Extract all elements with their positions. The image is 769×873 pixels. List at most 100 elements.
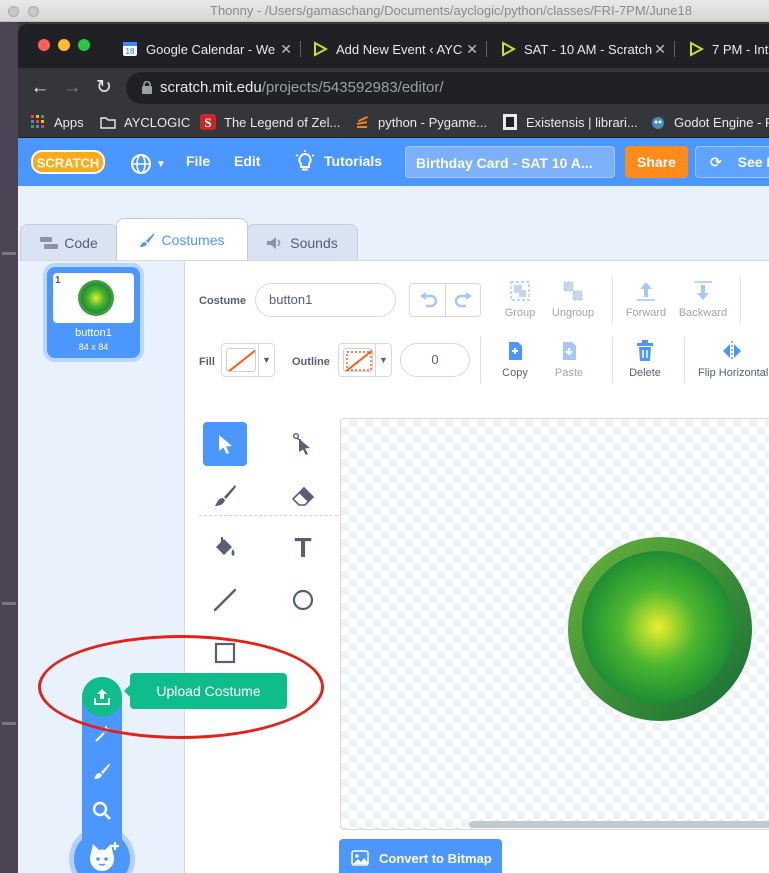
costume-list: 1 button1 84 x 84 xyxy=(18,261,324,873)
undo-redo-group xyxy=(409,283,481,317)
share-button[interactable]: Share xyxy=(625,146,688,178)
trash-icon xyxy=(610,339,680,363)
scratch-menu-bar: SCRATCH ▼ File Edit Tutorials Birthday C… xyxy=(18,138,769,186)
svg-text:S: S xyxy=(204,115,211,130)
forward-arrow-icon[interactable]: → xyxy=(60,76,84,100)
costume-label: Costume xyxy=(199,295,247,307)
search-icon[interactable] xyxy=(90,799,114,823)
tutorials-menu[interactable]: Tutorials xyxy=(294,150,382,172)
fill-tool[interactable] xyxy=(203,526,247,570)
language-menu[interactable]: ▼ xyxy=(130,153,166,175)
close-tab-icon[interactable]: ✕ xyxy=(280,41,292,58)
convert-to-bitmap-button[interactable]: Convert to Bitmap xyxy=(339,839,502,873)
select-tool[interactable] xyxy=(203,422,247,466)
rectangle-tool[interactable] xyxy=(203,631,247,675)
costume-number: 1 xyxy=(55,275,61,286)
maximize-window-icon[interactable] xyxy=(78,39,90,51)
desktop-background xyxy=(0,22,18,873)
godot-icon xyxy=(650,114,666,130)
brush-icon xyxy=(215,485,236,506)
google-calendar-icon: 18 xyxy=(122,41,138,57)
costume-name: button1 xyxy=(75,327,112,339)
outline-color-picker[interactable]: ▼ xyxy=(338,343,392,377)
back-arrow-icon[interactable]: ← xyxy=(28,76,52,100)
costume-tile-selected[interactable]: 1 button1 84 x 84 xyxy=(47,267,140,358)
choose-costume-button[interactable] xyxy=(74,831,130,873)
brush-tool[interactable] xyxy=(203,474,247,518)
s-logo-icon: S xyxy=(200,114,216,130)
folder-icon xyxy=(100,114,116,130)
refresh-arrows-icon: ⟳ xyxy=(710,154,722,170)
url-text: scratch.mit.edu/projects/543592983/edito… xyxy=(160,79,444,96)
svg-text:18: 18 xyxy=(126,47,135,56)
bookmark-existensis[interactable]: Existensis | librari... xyxy=(502,114,638,130)
eraser-tool[interactable] xyxy=(281,474,325,518)
reload-icon[interactable]: ↻ xyxy=(92,76,116,100)
upload-costume-tooltip: Upload Costume xyxy=(124,673,287,709)
lock-icon xyxy=(142,81,152,94)
paste-icon xyxy=(534,339,604,363)
image-icon xyxy=(351,850,369,866)
browser-tab-7pm[interactable]: 7 PM - Int xyxy=(688,36,769,62)
address-toolbar: ← → ↻ scratch.mit.edu/projects/543592983… xyxy=(18,68,769,108)
circle-tool[interactable] xyxy=(281,578,325,622)
text-tool[interactable]: T xyxy=(281,526,325,570)
text-t-icon: T xyxy=(294,532,312,563)
line-tool[interactable] xyxy=(203,578,247,622)
scratch-logo[interactable]: SCRATCH xyxy=(31,148,105,176)
chevron-down-icon: ▼ xyxy=(156,158,166,170)
minimize-window-icon[interactable] xyxy=(58,39,70,51)
undo-icon[interactable] xyxy=(418,292,438,308)
project-title-input[interactable]: Birthday Card - SAT 10 A... xyxy=(405,146,615,178)
paste-button[interactable]: Paste xyxy=(534,339,604,379)
paint-brush-icon[interactable] xyxy=(90,759,114,783)
bookmark-ayclogic[interactable]: AYCLOGIC xyxy=(100,114,190,130)
file-menu[interactable]: File xyxy=(186,153,210,169)
close-tab-icon[interactable]: ✕ xyxy=(654,41,666,58)
reshape-tool[interactable] xyxy=(281,422,325,466)
globe-icon xyxy=(131,154,151,174)
tab-sounds[interactable]: Sounds xyxy=(246,224,358,260)
redo-icon[interactable] xyxy=(454,292,474,308)
backward-button[interactable]: Backward xyxy=(668,279,738,319)
lightbulb-icon xyxy=(295,150,315,171)
canvas-horizontal-scrollbar[interactable] xyxy=(469,821,769,828)
outline-width-input[interactable]: 0 xyxy=(400,343,470,377)
code-blocks-icon xyxy=(40,236,59,249)
paint-canvas[interactable] xyxy=(340,418,769,830)
bookmark-apps[interactable]: Apps xyxy=(30,114,84,130)
tab-costumes[interactable]: Costumes xyxy=(116,218,248,260)
costume-thumbnail xyxy=(53,273,134,323)
chevron-down-icon: ▼ xyxy=(375,344,391,376)
fill-color-picker[interactable]: ▼ xyxy=(221,343,275,377)
costume-size: 84 x 84 xyxy=(78,342,109,352)
no-color-swatch xyxy=(226,348,256,372)
chevron-down-icon: ▼ xyxy=(258,344,274,376)
browser-tab-scratch[interactable]: SAT - 10 AM - Scratch ✕ xyxy=(500,36,666,62)
send-backward-icon xyxy=(668,279,738,303)
play-triangle-icon xyxy=(312,41,328,57)
costume-name-input[interactable]: button1 xyxy=(255,283,396,317)
browser-tab-add-event[interactable]: Add New Event ‹ AYC ✕ xyxy=(312,36,478,62)
flip-horizontal-icon xyxy=(698,339,769,363)
see-project-page-button[interactable]: ⟳ See P xyxy=(695,146,769,178)
bookmark-pygame[interactable]: python - Pygame... xyxy=(354,114,487,130)
costume-workspace: 1 button1 84 x 84 Upload Costume Costume… xyxy=(18,260,769,873)
bookmark-godot[interactable]: Godot Engine - F xyxy=(650,114,769,130)
edit-menu[interactable]: Edit xyxy=(234,153,260,169)
bookmark-zelda[interactable]: S The Legend of Zel... xyxy=(200,114,340,130)
delete-button[interactable]: Delete xyxy=(610,339,680,379)
close-window-icon[interactable] xyxy=(38,39,50,51)
outline-label: Outline xyxy=(292,356,330,368)
tab-code[interactable]: Code xyxy=(20,224,118,260)
bookmarks-bar: Apps AYCLOGIC S The Legend of Zel... pyt… xyxy=(18,108,769,138)
ungroup-button[interactable]: Ungroup xyxy=(538,279,608,319)
window-dot-icon xyxy=(28,6,39,17)
browser-tab-calendar[interactable]: 18 Google Calendar - We ✕ xyxy=(122,36,292,62)
close-tab-icon[interactable]: ✕ xyxy=(466,41,478,58)
flip-horizontal-button[interactable]: Flip Horizontal xyxy=(698,339,769,379)
window-dot-icon xyxy=(8,6,19,17)
address-bar[interactable]: scratch.mit.edu/projects/543592983/edito… xyxy=(126,72,769,104)
eraser-icon xyxy=(291,486,315,506)
browser-window: 18 Google Calendar - We ✕ Add New Event … xyxy=(18,24,769,873)
